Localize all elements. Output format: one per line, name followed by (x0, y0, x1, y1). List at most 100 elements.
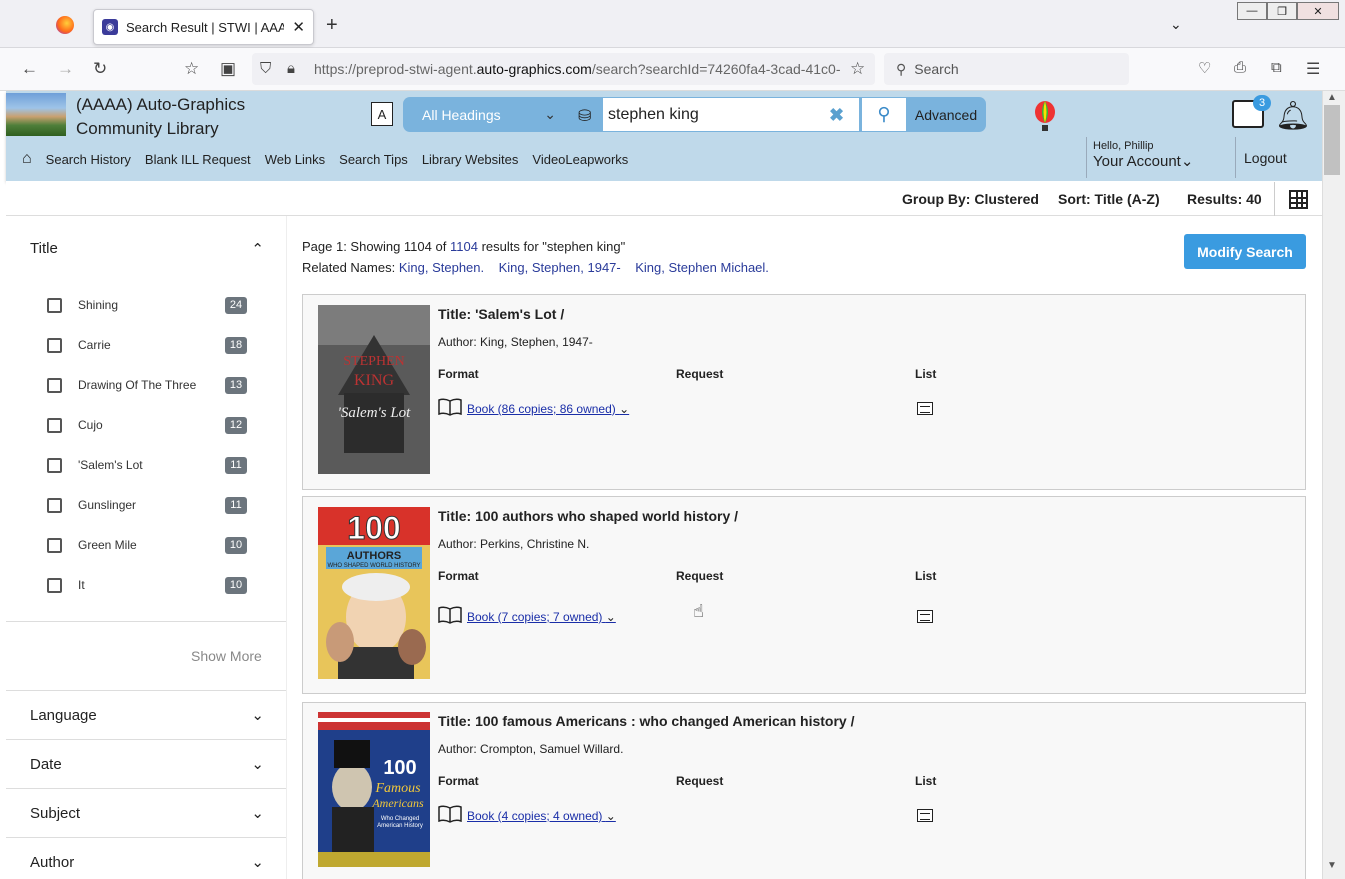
result-card (302, 294, 1306, 490)
result-title[interactable]: Title: 100 famous Americans : who change… (438, 713, 855, 729)
clear-search-icon[interactable]: ✖ (829, 105, 844, 126)
search-input[interactable] (603, 98, 859, 131)
print-icon[interactable]: ⎙ (1234, 59, 1246, 76)
related-name-link[interactable]: King, Stephen, 1947- (499, 260, 621, 275)
menu-icon[interactable]: ☰ (1306, 59, 1320, 79)
headings-select[interactable]: All Headings ⌄ (414, 99, 564, 130)
list-label: List (915, 367, 937, 381)
your-account-label: Your Account (1093, 153, 1181, 170)
url-bar[interactable]: https://preprod-stwi-agent. auto-graphics… (252, 53, 875, 85)
facet-count-badge: 18 (225, 336, 247, 354)
reload-icon[interactable]: ↻ (93, 59, 107, 79)
facet-item[interactable]: Drawing Of The Three 13 (47, 375, 247, 395)
book-icon (438, 398, 462, 416)
related-names-label: Related Names: (302, 260, 396, 275)
facet-date-header[interactable]: Date ⌄ (6, 739, 286, 788)
grid-view-button[interactable] (1274, 182, 1322, 216)
browser-search-bar[interactable]: ⚲ Search (884, 53, 1129, 85)
facet-checkbox[interactable] (47, 537, 62, 553)
lock-icon[interactable]: 🔒︎ (287, 60, 295, 77)
firefox-icon[interactable] (56, 16, 74, 34)
facet-checkbox[interactable] (47, 457, 62, 473)
list-tabs-chevron-icon[interactable]: ⌄ (1170, 16, 1182, 33)
related-name-link[interactable]: King, Stephen. (399, 260, 484, 275)
reader-icon[interactable]: ▣ (220, 59, 236, 79)
menu-library-websites[interactable]: Library Websites (422, 152, 519, 167)
close-window-button[interactable]: ✕ (1297, 2, 1339, 20)
facet-item[interactable]: Cujo 12 (47, 415, 247, 435)
book-cover[interactable]: 100 Famous Americans Who Changed America… (318, 712, 430, 867)
menu-videoleapworks[interactable]: VideoLeapworks (532, 152, 628, 167)
new-tab-icon[interactable]: + (326, 14, 338, 37)
import-bookmark-icon[interactable]: ☆ (184, 59, 199, 79)
facet-item[interactable]: Carrie 18 (47, 335, 247, 355)
translate-icon[interactable]: A (371, 102, 393, 126)
svg-text:100: 100 (383, 757, 416, 779)
menu-search-tips[interactable]: Search Tips (339, 152, 408, 167)
balloon-icon[interactable] (1033, 101, 1057, 132)
facet-checkbox[interactable] (47, 337, 62, 353)
facet-item[interactable]: Shining 24 (47, 295, 247, 315)
svg-text:KING: KING (354, 372, 394, 389)
related-name-link[interactable]: King, Stephen Michael. (635, 260, 769, 275)
url-suffix: /search?searchId=74260fa4-3cad-41c0- (591, 61, 841, 77)
menu-web-links[interactable]: Web Links (265, 152, 325, 167)
scroll-up-icon[interactable]: ▲ (1327, 92, 1337, 103)
browser-tab[interactable]: ◉ Search Result | STWI | AAAA | Auto-Gra… (93, 9, 314, 45)
facet-subject-header[interactable]: Subject ⌄ (6, 788, 286, 837)
maximize-button[interactable]: ❐ (1267, 2, 1297, 20)
book-cover[interactable]: STEPHEN KING 'Salem's Lot (318, 305, 430, 474)
facet-item[interactable]: It 10 (47, 575, 247, 595)
pocket-icon[interactable]: ♡ (1198, 59, 1211, 77)
menu-search-history[interactable]: Search History (46, 152, 131, 167)
shield-icon[interactable]: ⛉ (260, 60, 271, 77)
logout-link[interactable]: Logout (1235, 137, 1287, 178)
scrollbar[interactable] (1322, 91, 1345, 879)
facet-checkbox[interactable] (47, 377, 62, 393)
result-title[interactable]: Title: 100 authors who shaped world hist… (438, 508, 738, 524)
result-title[interactable]: Title: 'Salem's Lot / (438, 306, 564, 322)
bookmark-star-icon[interactable]: ☆ (850, 59, 865, 79)
facet-item[interactable]: 'Salem's Lot 11 (47, 455, 247, 475)
add-to-list-icon[interactable] (917, 402, 933, 415)
forward-icon[interactable]: → (57, 59, 74, 79)
back-icon[interactable]: ← (21, 59, 38, 79)
facet-item[interactable]: Gunslinger 11 (47, 495, 247, 515)
home-icon[interactable]: ⌂ (22, 150, 32, 168)
menu-blank-ill-request[interactable]: Blank ILL Request (145, 152, 251, 167)
close-tab-icon[interactable]: ✕ (292, 18, 305, 36)
add-to-list-icon[interactable] (917, 610, 933, 623)
group-by-control[interactable]: Group By: Clustered (902, 191, 1039, 207)
search-icon: ⚲ (877, 104, 891, 124)
facet-item-label: Green Mile (78, 538, 137, 552)
extensions-icon[interactable]: ⧉ (1271, 59, 1282, 76)
notifications-bell-icon[interactable]: 🔔︎ (1275, 99, 1311, 132)
facet-checkbox[interactable] (47, 497, 62, 513)
greeting: Hello, Phillip (1093, 140, 1154, 152)
request-hand-icon[interactable]: ☝︎ (693, 601, 704, 622)
modify-search-button[interactable]: Modify Search (1184, 234, 1306, 269)
search-button[interactable]: ⚲ (862, 98, 906, 131)
sort-control[interactable]: Sort: Title (A-Z) (1058, 191, 1160, 207)
minimize-button[interactable]: — (1237, 2, 1267, 20)
add-to-list-icon[interactable] (917, 809, 933, 822)
scrollbar-thumb[interactable] (1324, 105, 1340, 175)
scroll-down-icon[interactable]: ▼ (1327, 860, 1337, 871)
library-name-line1: (AAAA) Auto-Graphics (76, 95, 246, 114)
facet-checkbox[interactable] (47, 417, 62, 433)
library-logo[interactable] (6, 93, 66, 136)
show-more-button[interactable]: Show More (191, 648, 262, 664)
format-link[interactable]: Book (4 copies; 4 owned) ⌄ (467, 809, 616, 823)
database-icon[interactable]: ⛁ (578, 106, 591, 126)
facet-checkbox[interactable] (47, 297, 62, 313)
format-link[interactable]: Book (7 copies; 7 owned) ⌄ (467, 610, 616, 624)
facet-checkbox[interactable] (47, 577, 62, 593)
advanced-search-button[interactable]: Advanced (907, 98, 985, 131)
facet-author-header[interactable]: Author ⌄ (6, 837, 286, 879)
facet-item[interactable]: Green Mile 10 (47, 535, 247, 555)
book-cover[interactable]: 100 AUTHORS WHO SHAPED WORLD HISTORY (318, 507, 430, 679)
format-link[interactable]: Book (86 copies; 86 owned) ⌄ (467, 402, 629, 416)
account-menu[interactable]: Hello, Phillip Your Account⌄ (1086, 137, 1234, 178)
facet-title-header[interactable]: Title ⌃ (6, 224, 286, 273)
facet-language-header[interactable]: Language ⌄ (6, 690, 286, 739)
